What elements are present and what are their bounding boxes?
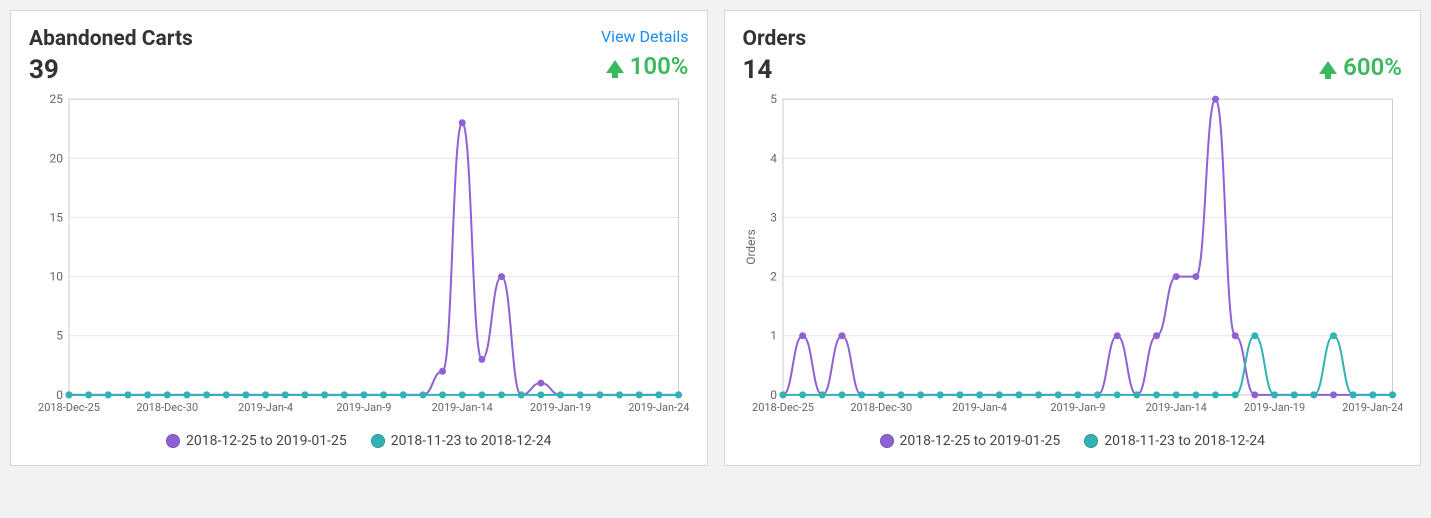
legend-item-a: 2018-12-25 to 2019-01-25 [880, 433, 1061, 449]
svg-text:0: 0 [770, 388, 777, 402]
svg-text:20: 20 [49, 151, 63, 165]
svg-text:2019-Jan-4: 2019-Jan-4 [238, 401, 293, 414]
svg-text:2018-Dec-25: 2018-Dec-25 [38, 401, 100, 414]
change-indicator: 600% [1319, 53, 1402, 81]
card-header: Abandoned Carts 39 View Details 100% [29, 27, 689, 85]
legend: 2018-12-25 to 2019-01-25 2018-11-23 to 2… [743, 425, 1403, 459]
svg-text:15: 15 [49, 210, 63, 224]
arrow-up-icon [606, 60, 624, 73]
svg-text:2019-Jan-14: 2019-Jan-14 [1145, 401, 1206, 414]
svg-text:5: 5 [770, 92, 777, 106]
svg-text:10: 10 [49, 270, 63, 284]
svg-text:4: 4 [770, 151, 777, 165]
svg-text:2019-Jan-19: 2019-Jan-19 [1243, 401, 1304, 414]
svg-text:25: 25 [49, 92, 63, 106]
abandoned-carts-card: Abandoned Carts 39 View Details 100% 0 5 1… [10, 10, 708, 466]
dashboard: Abandoned Carts 39 View Details 100% 0 5 1… [10, 10, 1421, 466]
card-header: Orders 14 600% [743, 27, 1403, 85]
card-value: 39 [29, 55, 193, 85]
card-value: 14 [743, 55, 807, 85]
svg-text:2019-Jan-19: 2019-Jan-19 [530, 401, 591, 414]
legend-item-b: 2018-11-23 to 2018-12-24 [1084, 433, 1265, 449]
svg-text:2018-Dec-30: 2018-Dec-30 [136, 401, 198, 414]
svg-text:2019-Jan-14: 2019-Jan-14 [432, 401, 493, 414]
svg-text:2019-Jan-4: 2019-Jan-4 [952, 401, 1007, 414]
abandoned-carts-chart: 0 5 10 15 20 25 2018-Dec-25 2018-Dec-30 2019-Jan… [29, 85, 689, 425]
arrow-up-icon [1319, 61, 1337, 74]
svg-text:2019-Jan-9: 2019-Jan-9 [1050, 401, 1105, 414]
change-value: 100% [630, 52, 689, 80]
svg-text:5: 5 [56, 329, 63, 343]
legend: 2018-12-25 to 2019-01-25 2018-11-23 to 2… [29, 425, 689, 459]
svg-text:2018-Dec-30: 2018-Dec-30 [850, 401, 912, 414]
legend-item-a: 2018-12-25 to 2019-01-25 [166, 433, 347, 449]
svg-text:1: 1 [770, 329, 777, 343]
legend-swatch-teal [1084, 434, 1098, 448]
svg-text:3: 3 [770, 210, 777, 224]
legend-item-b: 2018-11-23 to 2018-12-24 [371, 433, 552, 449]
orders-chart: 0 1 2 3 4 5 2018-Dec-25 2018-Dec-30 2019-Jan-4 20… [743, 85, 1403, 425]
card-title: Abandoned Carts [29, 27, 193, 51]
change-value: 600% [1343, 53, 1402, 81]
legend-swatch-purple [166, 434, 180, 448]
view-details-link[interactable]: View Details [601, 27, 689, 46]
legend-swatch-purple [880, 434, 894, 448]
svg-text:2019-Jan-24: 2019-Jan-24 [1342, 401, 1402, 414]
svg-text:2: 2 [770, 270, 777, 284]
svg-text:2018-Dec-25: 2018-Dec-25 [752, 401, 814, 414]
orders-card: Orders 14 600% 0 1 2 3 4 5 2018-Dec-25 2018-Dec… [724, 10, 1422, 466]
svg-text:0: 0 [56, 388, 63, 402]
card-title: Orders [743, 27, 807, 51]
change-indicator: 100% [601, 52, 689, 80]
legend-swatch-teal [371, 434, 385, 448]
svg-text:Orders: Orders [743, 229, 757, 265]
svg-text:2019-Jan-24: 2019-Jan-24 [628, 401, 688, 414]
svg-text:2019-Jan-9: 2019-Jan-9 [336, 401, 391, 414]
